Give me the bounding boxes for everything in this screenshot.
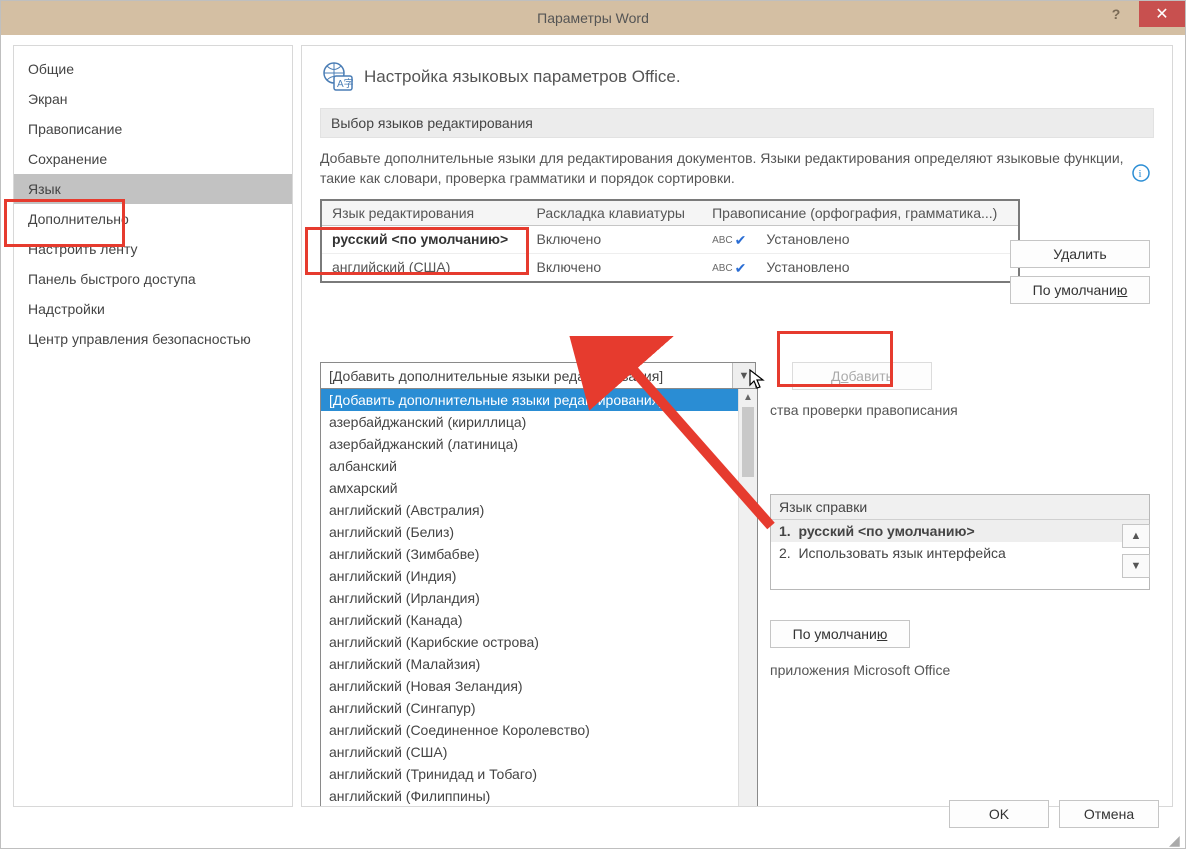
options-window: Параметры Word ? ✕ Общие Экран Правописа… xyxy=(0,0,1186,849)
dropdown-option[interactable]: английский (США) xyxy=(321,741,757,763)
sidebar-item-language[interactable]: Язык xyxy=(14,174,292,204)
cell-layout: Включено xyxy=(527,225,703,253)
dropdown-option[interactable]: азербайджанский (кириллица) xyxy=(321,411,757,433)
ms-office-text: приложения Microsoft Office xyxy=(770,662,950,678)
dropdown-option[interactable]: азербайджанский (латиница) xyxy=(321,433,757,455)
help-language-header: Язык справки xyxy=(771,495,1149,520)
col-language[interactable]: Язык редактирования xyxy=(321,200,527,226)
info-icon[interactable]: i xyxy=(1132,164,1150,182)
list-item[interactable]: 1. русский <по умолчанию> xyxy=(771,520,1149,542)
section-description: Добавьте дополнительные языки для редакт… xyxy=(320,148,1154,189)
dropdown-option[interactable]: английский (Белиз) xyxy=(321,521,757,543)
col-layout[interactable]: Раскладка клавиатуры xyxy=(527,200,703,226)
category-sidebar: Общие Экран Правописание Сохранение Язык… xyxy=(13,45,293,807)
remove-button[interactable]: Удалить xyxy=(1010,240,1150,268)
dropdown-option[interactable]: албанский xyxy=(321,455,757,477)
ok-button[interactable]: OK xyxy=(949,800,1049,828)
col-proofing[interactable]: Правописание (орфография, грамматика...) xyxy=(702,200,1019,226)
dropdown-option[interactable]: английский (Филиппины) xyxy=(321,785,757,807)
language-dropdown-list[interactable]: [Добавить дополнительные языки редактиро… xyxy=(320,388,758,807)
sidebar-item-proofing[interactable]: Правописание xyxy=(14,114,292,144)
dropdown-scrollbar[interactable]: ▲ ▼ xyxy=(738,389,757,807)
proofing-hint-text: ства проверки правописания xyxy=(770,402,958,418)
dropdown-option[interactable]: английский (Индия) xyxy=(321,565,757,587)
dropdown-option[interactable]: английский (Тринидад и Тобаго) xyxy=(321,763,757,785)
sidebar-item-save[interactable]: Сохранение xyxy=(14,144,292,174)
abc-check-icon: ABC✔ xyxy=(712,260,746,277)
scroll-up-icon[interactable]: ▲ xyxy=(739,389,757,405)
category-list: Общие Экран Правописание Сохранение Язык… xyxy=(14,54,292,354)
heading-text: Настройка языковых параметров Office. xyxy=(364,67,681,87)
dropdown-option[interactable]: [Добавить дополнительные языки редактиро… xyxy=(321,389,757,411)
help-default-button[interactable]: По умолчанию xyxy=(770,620,910,648)
sidebar-item-ribbon[interactable]: Настроить ленту xyxy=(14,234,292,264)
cell-lang: русский <по умолчанию> xyxy=(321,225,527,253)
move-down-button[interactable]: ▼ xyxy=(1122,554,1150,578)
dropdown-option[interactable]: английский (Австралия) xyxy=(321,499,757,521)
dropdown-option[interactable]: английский (Ирландия) xyxy=(321,587,757,609)
help-language-list[interactable]: Язык справки 1. русский <по умолчанию> 2… xyxy=(770,494,1150,590)
svg-text:A字: A字 xyxy=(337,77,354,90)
sidebar-item-trust[interactable]: Центр управления безопасностью xyxy=(14,324,292,354)
sidebar-item-display[interactable]: Экран xyxy=(14,84,292,114)
sidebar-item-general[interactable]: Общие xyxy=(14,54,292,84)
cell-proof: Установлено xyxy=(756,253,1019,282)
add-language-combo-wrap: [Добавить дополнительные языки редактиро… xyxy=(320,362,756,390)
dialog-body: Общие Экран Правописание Сохранение Язык… xyxy=(1,35,1185,848)
move-up-button[interactable]: ▲ xyxy=(1122,524,1150,548)
reorder-buttons: ▲ ▼ xyxy=(1122,524,1150,578)
titlebar: Параметры Word ? ✕ xyxy=(1,1,1185,35)
cell-lang: английский (США) xyxy=(321,253,527,282)
combo-value: [Добавить дополнительные языки редактиро… xyxy=(329,368,663,384)
abc-check-icon: ABC✔ xyxy=(712,232,746,249)
dropdown-option[interactable]: английский (Карибские острова) xyxy=(321,631,757,653)
chevron-down-icon[interactable]: ▼ xyxy=(732,363,755,389)
add-language-combo[interactable]: [Добавить дополнительные языки редактиро… xyxy=(320,362,756,390)
scroll-thumb[interactable] xyxy=(742,407,754,477)
dialog-footer: OK Отмена xyxy=(949,800,1159,828)
resize-grip-icon[interactable]: ◢ xyxy=(1169,832,1183,846)
dropdown-option[interactable]: амхарский xyxy=(321,477,757,499)
sidebar-item-qat[interactable]: Панель быстрого доступа xyxy=(14,264,292,294)
window-title: Параметры Word xyxy=(537,10,649,26)
section-editing-languages: Выбор языков редактирования xyxy=(320,108,1154,138)
content-panel: A字 Настройка языковых параметров Office.… xyxy=(301,45,1173,807)
dropdown-option[interactable]: английский (Зимбабве) xyxy=(321,543,757,565)
dropdown-option[interactable]: английский (Малайзия) xyxy=(321,653,757,675)
dropdown-option[interactable]: английский (Сингапур) xyxy=(321,697,757,719)
list-item[interactable]: 2. Использовать язык интерфейса xyxy=(771,542,1149,564)
help-button[interactable]: ? xyxy=(1093,1,1139,27)
add-button[interactable]: Добавить xyxy=(792,362,932,390)
sidebar-item-addins[interactable]: Надстройки xyxy=(14,294,292,324)
svg-text:i: i xyxy=(1139,168,1142,180)
table-row[interactable]: английский (США) Включено ABC✔ Установле… xyxy=(321,253,1019,282)
set-default-button[interactable]: По умолчанию xyxy=(1010,276,1150,304)
language-globe-icon: A字 xyxy=(320,60,354,94)
table-row[interactable]: русский <по умолчанию> Включено ABC✔ Уст… xyxy=(321,225,1019,253)
cancel-button[interactable]: Отмена xyxy=(1059,800,1159,828)
close-button[interactable]: ✕ xyxy=(1139,1,1185,27)
dropdown-option[interactable]: английский (Новая Зеландия) xyxy=(321,675,757,697)
dropdown-option[interactable]: английский (Канада) xyxy=(321,609,757,631)
window-buttons: ? ✕ xyxy=(1093,1,1185,27)
sidebar-item-advanced[interactable]: Дополнительно xyxy=(14,204,292,234)
table-button-column: Удалить По умолчанию xyxy=(1010,240,1150,304)
cell-layout: Включено xyxy=(527,253,703,282)
help-language-section: Язык справки 1. русский <по умолчанию> 2… xyxy=(770,494,1150,590)
cell-proof: Установлено xyxy=(756,225,1019,253)
page-heading: A字 Настройка языковых параметров Office. xyxy=(320,60,1154,94)
dropdown-option[interactable]: английский (Соединенное Королевство) xyxy=(321,719,757,741)
editing-language-table[interactable]: Язык редактирования Раскладка клавиатуры… xyxy=(320,199,1020,283)
